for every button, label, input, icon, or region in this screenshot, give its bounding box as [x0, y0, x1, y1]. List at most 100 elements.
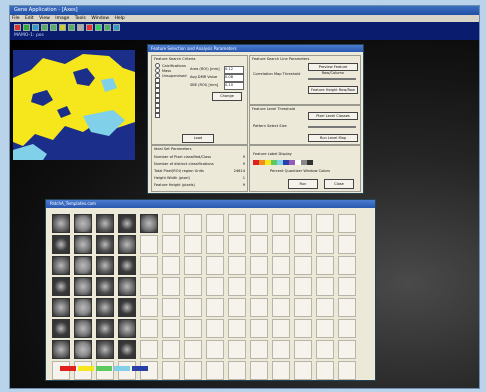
preview-button[interactable]: Preview Feature Row/Column [308, 63, 358, 75]
crop-icon[interactable] [68, 23, 75, 31]
thumbnail-cell[interactable] [272, 235, 290, 254]
thumbnail-cell[interactable] [140, 256, 158, 275]
thumbnail-cell[interactable] [272, 277, 290, 296]
thumbnail-cell[interactable] [162, 361, 180, 380]
thumbnail-cell[interactable] [206, 340, 224, 359]
thumbnail-cell[interactable] [250, 298, 268, 317]
thumbnail-cell[interactable] [118, 340, 136, 359]
thumbnail-cell[interactable] [294, 361, 312, 380]
thumbnail-cell[interactable] [96, 214, 114, 233]
thumbnail-cell[interactable] [228, 256, 246, 275]
thumbnail-cell[interactable] [228, 361, 246, 380]
thumbnail-cell[interactable] [338, 235, 356, 254]
thumbnail-cell[interactable] [74, 298, 92, 317]
thumbnail-cell[interactable] [184, 298, 202, 317]
histogram-icon[interactable] [86, 23, 93, 31]
thumbnail-cell[interactable] [338, 340, 356, 359]
thumbnail-cell[interactable] [74, 319, 92, 338]
color-swatch-red[interactable] [60, 366, 76, 371]
thumbnail-cell[interactable] [52, 256, 70, 275]
thumbnail-cell[interactable] [338, 277, 356, 296]
thumbnail-cell[interactable] [338, 361, 356, 380]
thumbnail-cell[interactable] [52, 319, 70, 338]
thumbnail-cell[interactable] [294, 277, 312, 296]
thumbnail-cell[interactable] [184, 277, 202, 296]
thumbnail-cell[interactable] [294, 256, 312, 275]
thumbnail-cell[interactable] [250, 361, 268, 380]
thumbnail-cell[interactable] [206, 361, 224, 380]
thumbnail-cell[interactable] [250, 319, 268, 338]
thumbnail-cell[interactable] [184, 340, 202, 359]
menu-file[interactable]: File [12, 16, 20, 21]
settings-icon[interactable] [104, 23, 111, 31]
open-icon[interactable] [23, 23, 30, 31]
run-level-map-button[interactable]: Run Level Map [308, 134, 358, 142]
select-icon[interactable] [59, 23, 66, 31]
menu-help[interactable]: Help [115, 16, 125, 21]
thumbnail-cell[interactable] [118, 235, 136, 254]
menu-tools[interactable]: Tools [75, 16, 86, 21]
thumbnail-cell[interactable] [74, 214, 92, 233]
thumbnail-cell[interactable] [74, 235, 92, 254]
thumbnail-cell[interactable] [184, 235, 202, 254]
save-icon[interactable] [32, 23, 39, 31]
thumbnail-cell[interactable] [162, 340, 180, 359]
thumbnail-cell[interactable] [316, 361, 334, 380]
thumbnail-cell[interactable] [294, 214, 312, 233]
color-swatch-cyan[interactable] [114, 366, 130, 371]
thumbnail-cell[interactable] [184, 361, 202, 380]
thumbnail-cell[interactable] [162, 256, 180, 275]
thumbnail-cell[interactable] [96, 277, 114, 296]
thumbnail-cell[interactable] [140, 340, 158, 359]
thumbnail-cell[interactable] [272, 319, 290, 338]
thumbnail-cell[interactable] [52, 277, 70, 296]
zoom-out-icon[interactable] [50, 23, 57, 31]
thumbnail-cell[interactable] [272, 298, 290, 317]
thumbnail-cell[interactable] [118, 298, 136, 317]
menu-window[interactable]: Window [91, 16, 109, 21]
thumbnail-cell[interactable] [162, 214, 180, 233]
zoom-in-icon[interactable] [41, 23, 48, 31]
thumbnail-cell[interactable] [74, 277, 92, 296]
thumbnail-cell[interactable] [184, 319, 202, 338]
grid-icon[interactable] [77, 23, 84, 31]
color-swatch-yellow[interactable] [78, 366, 94, 371]
thumbnail-cell[interactable] [206, 277, 224, 296]
thumbnail-cell[interactable] [272, 214, 290, 233]
thumbnail-cell[interactable] [52, 298, 70, 317]
thumbnail-cell[interactable] [294, 319, 312, 338]
thumbnail-cell[interactable] [272, 340, 290, 359]
classification-map[interactable] [13, 50, 135, 160]
thumbnail-cell[interactable] [206, 235, 224, 254]
checkbox-option[interactable] [155, 113, 187, 118]
help-icon[interactable] [113, 23, 120, 31]
area-field[interactable]: 0.12 [224, 66, 244, 74]
thumbnail-cell[interactable] [206, 256, 224, 275]
load-button[interactable]: Load [182, 134, 214, 143]
thumbnail-cell[interactable] [162, 298, 180, 317]
color-swatch-green[interactable] [96, 366, 112, 371]
thumbnail-cell[interactable] [52, 214, 70, 233]
thumbnail-cell[interactable] [162, 319, 180, 338]
change-button[interactable]: Change [212, 92, 242, 101]
thumbnail-cell[interactable] [316, 214, 334, 233]
thumbnail-cell[interactable] [96, 235, 114, 254]
menu-image[interactable]: Image [55, 16, 69, 21]
thumbnail-cell[interactable] [96, 340, 114, 359]
thumbnail-cell[interactable] [316, 298, 334, 317]
thumbnail-cell[interactable] [96, 319, 114, 338]
thumbnail-cell[interactable] [206, 319, 224, 338]
feature-height-button[interactable]: Feature Height Row/Row [308, 86, 358, 94]
thumbnail-cell[interactable] [96, 298, 114, 317]
thumbnail-cell[interactable] [206, 214, 224, 233]
thumbnail-cell[interactable] [272, 256, 290, 275]
thumbnail-cell[interactable] [74, 340, 92, 359]
thumbnail-cell[interactable] [338, 214, 356, 233]
thumbnail-cell[interactable] [338, 298, 356, 317]
color-swatch-blue[interactable] [132, 366, 148, 371]
thumbnail-cell[interactable] [294, 298, 312, 317]
thumbnail-cell[interactable] [140, 214, 158, 233]
thumbnail-cell[interactable] [228, 277, 246, 296]
thumbnail-cell[interactable] [228, 340, 246, 359]
thumbnail-cell[interactable] [294, 235, 312, 254]
